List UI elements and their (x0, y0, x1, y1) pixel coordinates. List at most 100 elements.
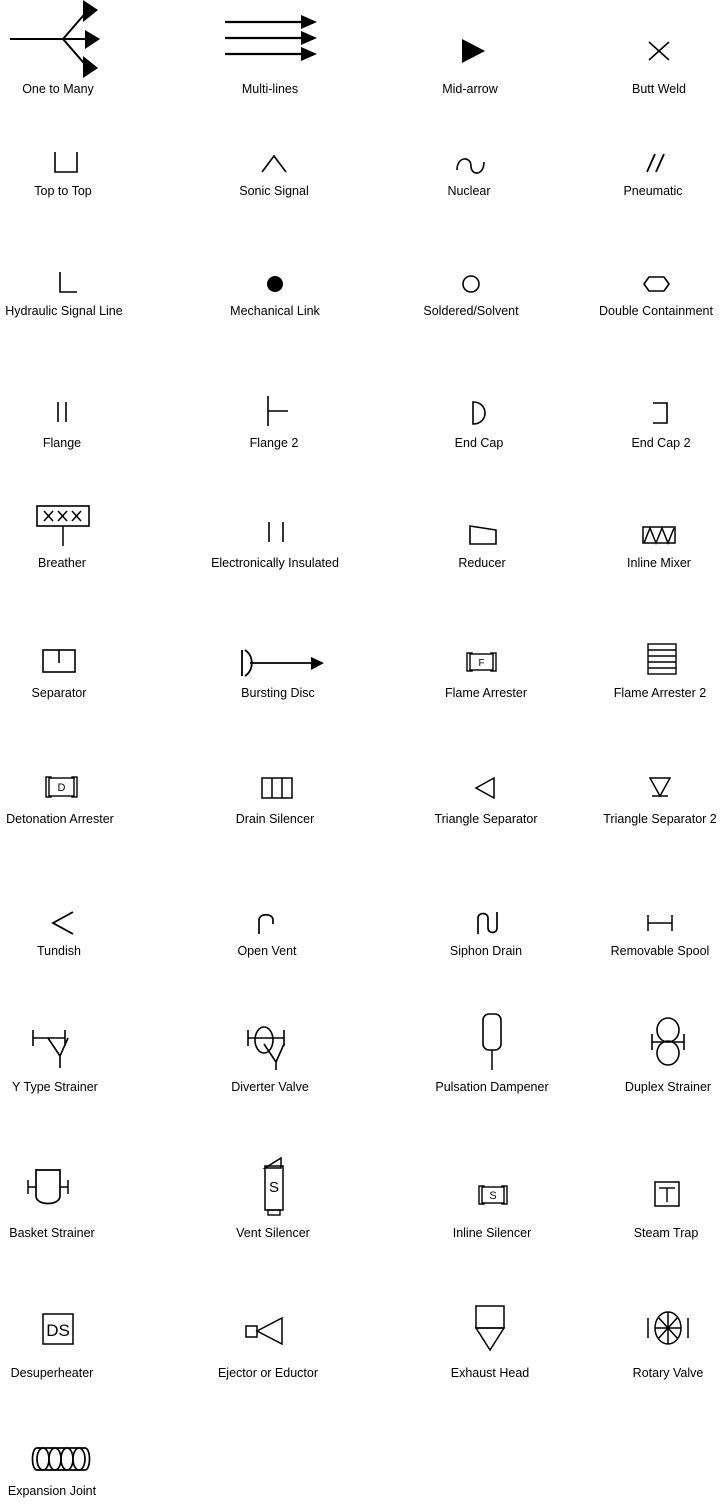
palette-item-label: Duplex Strainer (624, 1080, 712, 1094)
palette-item-flange-2[interactable]: Flange 2 (184, 382, 364, 451)
detonation-arrester-glyph-text: D (58, 782, 66, 794)
palette-item-one-to-many[interactable]: One to Many (0, 0, 148, 97)
palette-item-flange[interactable]: Flange (0, 382, 152, 451)
palette-item-mechanical-link[interactable]: Mechanical Link (185, 250, 365, 319)
palette-item-hydraulic-signal-line[interactable]: Hydraulic Signal Line (0, 250, 154, 319)
palette-item-label: Flame Arrester (445, 686, 527, 700)
flame-arrester-icon: F (396, 630, 576, 682)
palette-item-duplex-strainer[interactable]: Duplex Strainer (578, 1010, 720, 1095)
separator-icon (0, 630, 149, 682)
palette-item-label: Butt Weld (632, 82, 686, 96)
palette-item-flame-arrester[interactable]: F Flame Arrester (396, 630, 576, 701)
palette-item-double-containment[interactable]: Double Containment (566, 250, 720, 319)
butt-weld-icon (569, 0, 720, 78)
palette-item-exhaust-head[interactable]: Exhaust Head (400, 1296, 580, 1381)
duplex-strainer-icon (578, 1010, 720, 1076)
palette-item-label: Y Type Strainer (12, 1080, 98, 1094)
palette-item-top-to-top[interactable]: Top to Top (0, 130, 153, 199)
palette-item-diverter-valve[interactable]: Diverter Valve (180, 1010, 360, 1095)
pneumatic-icon (563, 130, 720, 180)
triangle-separator-icon (396, 756, 576, 808)
flange-icon (0, 382, 152, 432)
siphon-drain-icon (396, 890, 576, 940)
palette-item-separator[interactable]: Separator (0, 630, 149, 701)
vent-silencer-icon: S (183, 1152, 363, 1222)
palette-item-bursting-disc[interactable]: Bursting Disc (188, 630, 368, 701)
palette-item-mid-arrow[interactable]: Mid-arrow (380, 0, 560, 97)
palette-item-label: Electronically Insulated (211, 556, 339, 570)
breather-icon (0, 500, 152, 552)
palette-item-expansion-joint[interactable]: Expansion Joint (0, 1432, 142, 1499)
inline-silencer-glyph-text: S (489, 1190, 496, 1202)
palette-item-vent-silencer[interactable]: S Vent Silencer (183, 1152, 363, 1241)
palette-item-electronically-insulated[interactable]: Electronically Insulated (185, 500, 365, 571)
palette-item-multi-lines[interactable]: Multi-lines (180, 0, 360, 97)
triangle-separator-2-icon (570, 756, 720, 808)
diverter-valve-icon (180, 1010, 360, 1076)
palette-item-sonic-signal[interactable]: Sonic Signal (184, 130, 364, 199)
palette-item-inline-silencer[interactable]: S Inline Silencer (402, 1152, 582, 1241)
palette-item-label: Open Vent (237, 944, 297, 958)
palette-item-label: Expansion Joint (7, 1484, 97, 1498)
palette-item-label: Inline Silencer (452, 1226, 532, 1240)
palette-item-label: Triangle Separator (434, 812, 538, 826)
palette-item-open-vent[interactable]: Open Vent (177, 890, 357, 959)
palette-item-label: Flange 2 (249, 436, 299, 450)
palette-item-label: Rotary Valve (632, 1366, 704, 1380)
palette-item-triangle-separator[interactable]: Triangle Separator (396, 756, 576, 827)
palette-item-label: Detonation Arrester (6, 812, 114, 826)
palette-item-label: Breather (38, 556, 86, 570)
flange-2-icon (184, 382, 364, 432)
palette-item-label: Multi-lines (241, 82, 299, 96)
open-vent-icon (177, 890, 357, 940)
flame-arrester-2-icon (570, 630, 720, 682)
palette-item-label: Removable Spool (610, 944, 710, 958)
palette-item-label: Double Containment (599, 304, 713, 318)
palette-item-pulsation-dampener[interactable]: Pulsation Dampener (402, 1010, 582, 1095)
pulsation-dampener-icon (402, 1010, 582, 1076)
palette-item-steam-trap[interactable]: Steam Trap (576, 1152, 720, 1241)
exhaust-head-icon (400, 1296, 580, 1362)
palette-item-label: Pneumatic (623, 184, 683, 198)
desuperheater-glyph-text: DS (46, 1321, 70, 1340)
palette-item-ejector-or-eductor[interactable]: Ejector or Eductor (178, 1296, 358, 1381)
palette-item-basket-strainer[interactable]: Basket Strainer (0, 1152, 142, 1241)
palette-item-pneumatic[interactable]: Pneumatic (563, 130, 720, 199)
palette-item-end-cap[interactable]: End Cap (389, 382, 569, 451)
palette-item-label: Diverter Valve (231, 1080, 309, 1094)
sonic-signal-icon (184, 130, 364, 180)
palette-item-reducer[interactable]: Reducer (392, 500, 572, 571)
palette-item-detonation-arrester[interactable]: D Detonation Arrester (0, 756, 150, 827)
palette-item-soldered-solvent[interactable]: Soldered/Solvent (381, 250, 561, 319)
palette-item-label: Vent Silencer (236, 1226, 310, 1240)
palette-item-triangle-separator-2[interactable]: Triangle Separator 2 (570, 756, 720, 827)
palette-item-inline-mixer[interactable]: Inline Mixer (569, 500, 720, 571)
palette-item-label: Flame Arrester 2 (613, 686, 707, 700)
palette-item-butt-weld[interactable]: Butt Weld (569, 0, 720, 97)
steam-trap-icon (576, 1152, 720, 1222)
palette-item-rotary-valve[interactable]: Rotary Valve (578, 1296, 720, 1381)
palette-item-drain-silencer[interactable]: Drain Silencer (185, 756, 365, 827)
palette-item-label: Mechanical Link (230, 304, 320, 318)
palette-item-siphon-drain[interactable]: Siphon Drain (396, 890, 576, 959)
palette-item-y-type-strainer[interactable]: Y Type Strainer (0, 1010, 145, 1095)
palette-item-removable-spool[interactable]: Removable Spool (570, 890, 720, 959)
bursting-disc-icon (188, 630, 368, 682)
inline-silencer-icon: S (402, 1152, 582, 1222)
palette-item-label: Bursting Disc (241, 686, 315, 700)
one-to-many-icon (0, 0, 148, 78)
inline-mixer-icon (569, 500, 720, 552)
palette-item-tundish[interactable]: Tundish (0, 890, 149, 959)
symbol-palette: One to Many Multi-lines Mid-arrow Butt W… (0, 0, 720, 1508)
palette-item-nuclear[interactable]: Nuclear (379, 130, 559, 199)
palette-item-end-cap-2[interactable]: End Cap 2 (571, 382, 720, 451)
palette-item-breather[interactable]: Breather (0, 500, 152, 571)
palette-item-label: End Cap (454, 436, 504, 450)
removable-spool-icon (570, 890, 720, 940)
palette-item-flame-arrester-2[interactable]: Flame Arrester 2 (570, 630, 720, 701)
palette-item-label: Mid-arrow (442, 82, 498, 96)
palette-item-label: Pulsation Dampener (435, 1080, 549, 1094)
desuperheater-icon: DS (0, 1296, 142, 1362)
palette-item-desuperheater[interactable]: DS Desuperheater (0, 1296, 142, 1381)
nuclear-icon (379, 130, 559, 180)
